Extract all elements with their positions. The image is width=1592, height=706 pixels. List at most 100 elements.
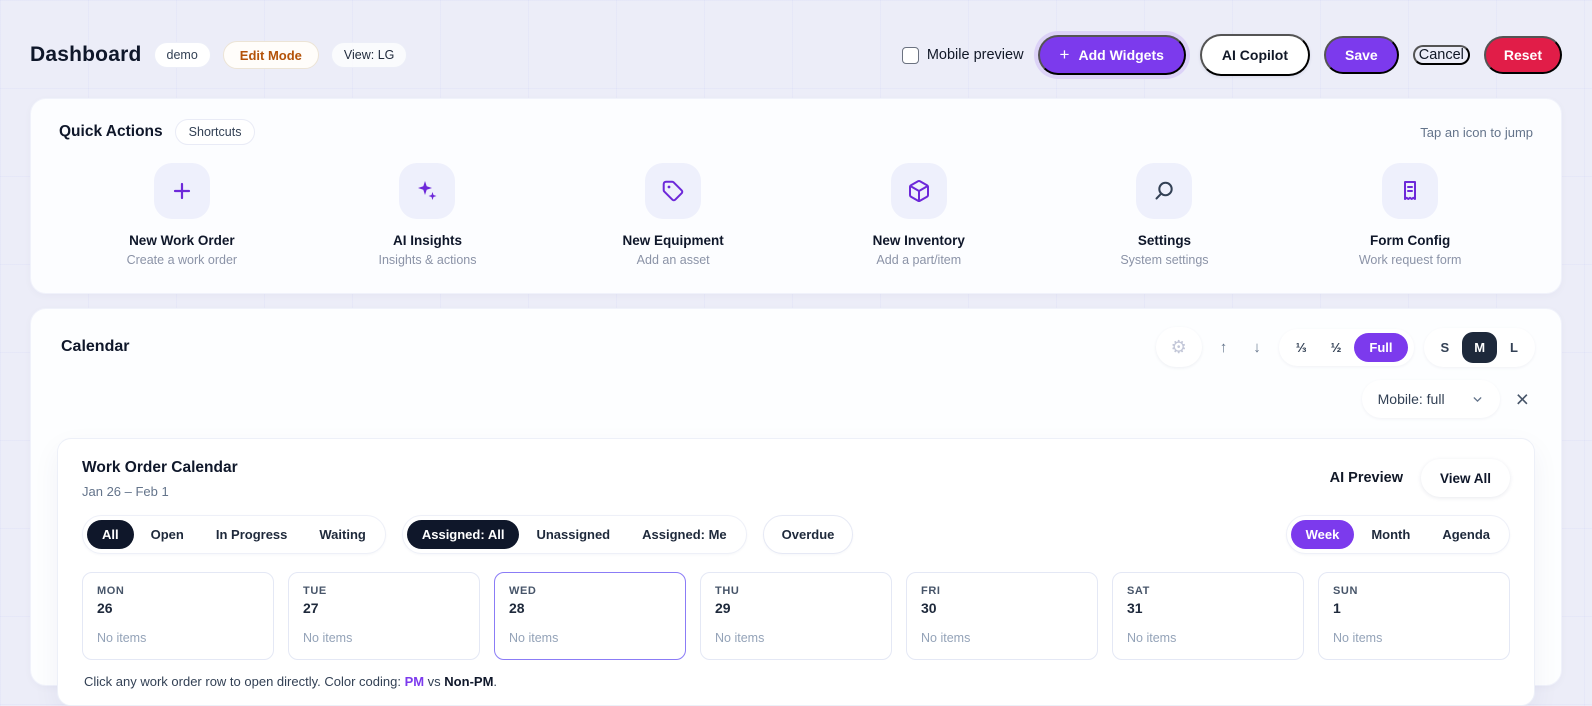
arrow-down-icon: ↓ <box>1253 338 1261 356</box>
day-of-week: FRI <box>921 585 941 597</box>
day-of-week: THU <box>715 585 740 597</box>
day-number: 31 <box>1127 600 1143 616</box>
quick-actions-title: Quick Actions <box>59 123 163 140</box>
quick-actions-hint: Tap an icon to jump <box>1420 124 1533 140</box>
quick-actions-panel: Quick Actions Shortcuts Tap an icon to j… <box>30 98 1562 294</box>
view-all-button[interactable]: View All <box>1420 459 1510 497</box>
quick-action-ai-insights[interactable]: AI Insights Insights & actions <box>327 163 527 267</box>
footnote-period: . <box>493 674 498 689</box>
mobile-preview-label: Mobile preview <box>926 47 1024 63</box>
mobile-preview-checkbox[interactable] <box>901 46 919 64</box>
quick-action-new-work-order[interactable]: New Work Order Create a work order <box>82 163 282 267</box>
width-third-button[interactable]: ⅓ <box>1285 334 1318 361</box>
ai-preview-button[interactable]: AI Preview <box>1330 470 1403 486</box>
footnote-vs: vs <box>424 674 445 689</box>
save-button[interactable]: Save <box>1324 36 1399 74</box>
filter-waiting[interactable]: Waiting <box>304 520 380 549</box>
day-of-week: SUN <box>1333 585 1359 597</box>
work-order-title: Work Order Calendar <box>82 459 238 476</box>
width-half-button[interactable]: ½ <box>1320 334 1353 361</box>
widget-toolbar: ⚙ ↑ ↓ ⅓ ½ Full S M L <box>1155 327 1535 367</box>
day-cell-tue[interactable]: TUE 27 No items <box>288 572 480 660</box>
day-cell-mon[interactable]: MON 26 No items <box>82 572 274 660</box>
day-empty-text: No items <box>921 631 971 645</box>
add-widgets-button[interactable]: + Add Widgets <box>1037 35 1186 75</box>
size-s-button[interactable]: S <box>1430 334 1461 361</box>
filter-in-progress[interactable]: In Progress <box>201 520 303 549</box>
close-icon: × <box>1515 385 1529 412</box>
view-size-badge[interactable]: View: LG <box>330 42 408 68</box>
edit-mode-badge[interactable]: Edit Mode <box>222 41 319 69</box>
quick-action-sublabel: Add an asset <box>636 253 710 267</box>
day-number: 28 <box>509 600 525 616</box>
footnote-text: Click any work order row to open directl… <box>84 674 405 689</box>
tag-icon <box>645 163 702 219</box>
chevron-down-icon <box>1473 396 1481 402</box>
day-number: 27 <box>303 600 319 616</box>
view-tabs-group: Week Month Agenda <box>1285 515 1510 554</box>
day-cell-thu[interactable]: THU 29 No items <box>700 572 892 660</box>
day-number: 30 <box>921 600 937 616</box>
magnifier-icon <box>1136 163 1193 219</box>
work-order-header-actions: AI Preview View All <box>1330 459 1510 497</box>
page-title: Dashboard <box>30 43 142 66</box>
tab-month[interactable]: Month <box>1356 520 1425 549</box>
env-badge: demo <box>153 42 211 68</box>
arrow-up-icon: ↑ <box>1219 338 1228 356</box>
quick-action-form-config[interactable]: Form Config Work request form <box>1310 163 1510 267</box>
calendar-footnote: Click any work order row to open directl… <box>82 674 1510 689</box>
reset-button[interactable]: Reset <box>1483 36 1562 74</box>
move-widget-down-button[interactable]: ↓ <box>1245 339 1269 356</box>
filter-assigned-me[interactable]: Assigned: Me <box>627 520 742 549</box>
quick-action-settings[interactable]: Settings System settings <box>1064 163 1264 267</box>
cube-icon <box>890 163 947 219</box>
ai-copilot-button[interactable]: AI Copilot <box>1199 34 1311 76</box>
day-empty-text: No items <box>715 631 765 645</box>
day-number: 1 <box>1333 600 1341 616</box>
day-empty-text: No items <box>97 631 147 645</box>
footnote-nonpm-label: Non-PM <box>444 674 494 689</box>
widget-settings-button[interactable]: ⚙ <box>1155 327 1202 367</box>
day-cell-fri[interactable]: FRI 30 No items <box>906 572 1098 660</box>
filter-unassigned[interactable]: Unassigned <box>521 520 625 549</box>
filter-open[interactable]: Open <box>136 520 199 549</box>
tab-week[interactable]: Week <box>1290 520 1355 549</box>
quick-action-new-equipment[interactable]: New Equipment Add an asset <box>573 163 773 267</box>
filter-assigned-all[interactable]: Assigned: All <box>406 520 520 549</box>
tab-agenda[interactable]: Agenda <box>1427 520 1505 549</box>
header-actions: Mobile preview + Add Widgets AI Copilot … <box>901 34 1562 76</box>
size-l-button[interactable]: L <box>1499 334 1529 361</box>
mobile-preview-toggle[interactable]: Mobile preview <box>901 46 1024 64</box>
work-order-calendar-card: Work Order Calendar Jan 26 – Feb 1 AI Pr… <box>57 438 1535 706</box>
day-of-week: TUE <box>303 585 327 597</box>
widget-mobile-row: Mobile: full × <box>57 380 1535 418</box>
quick-action-label: Settings <box>1137 233 1192 248</box>
filter-all[interactable]: All <box>87 520 134 549</box>
day-cell-sat[interactable]: SAT 31 No items <box>1112 572 1304 660</box>
day-cell-sun[interactable]: SUN 1 No items <box>1318 572 1510 660</box>
cancel-button[interactable]: Cancel <box>1412 45 1470 65</box>
quick-actions-list: New Work Order Create a work order AI In… <box>59 163 1533 267</box>
day-number: 26 <box>97 600 113 616</box>
status-filter-group: All Open In Progress Waiting <box>82 515 386 554</box>
footnote-pm-label: PM <box>404 674 425 689</box>
quick-action-label: New Work Order <box>129 233 235 248</box>
day-empty-text: No items <box>1333 631 1383 645</box>
remove-widget-button[interactable]: × <box>1515 385 1529 412</box>
assigned-filter-group: Assigned: All Unassigned Assigned: Me <box>401 515 747 554</box>
filter-overdue[interactable]: Overdue <box>762 515 854 554</box>
quick-action-sublabel: Add a part/item <box>876 253 962 267</box>
plus-icon <box>153 163 210 219</box>
mobile-size-select[interactable]: Mobile: full <box>1361 380 1500 418</box>
quick-action-label: Form Config <box>1369 233 1451 248</box>
document-icon <box>1382 163 1439 219</box>
mobile-size-value: Mobile: full <box>1377 391 1445 407</box>
width-full-button[interactable]: Full <box>1354 332 1408 362</box>
top-header: Dashboard demo Edit Mode View: LG Mobile… <box>30 0 1562 76</box>
day-cell-wed-today[interactable]: WED 28 No items <box>494 572 686 660</box>
move-widget-up-button[interactable]: ↑ <box>1212 339 1236 356</box>
quick-action-new-inventory[interactable]: New Inventory Add a part/item <box>819 163 1019 267</box>
quick-action-label: AI Insights <box>392 233 462 248</box>
quick-action-sublabel: Work request form <box>1358 253 1462 267</box>
size-m-button[interactable]: M <box>1462 331 1498 363</box>
